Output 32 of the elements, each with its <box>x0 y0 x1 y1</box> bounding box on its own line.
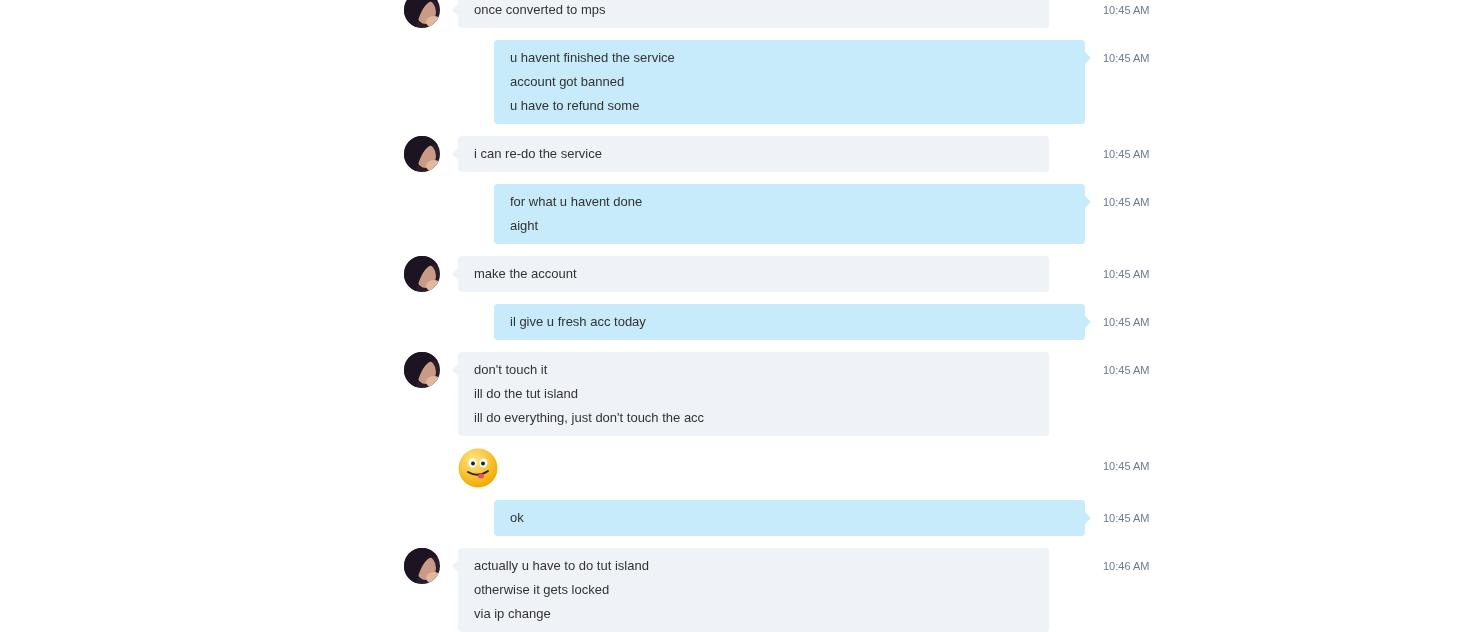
avatar <box>404 256 440 292</box>
message-time: 10:45 AM <box>1103 196 1151 208</box>
message-text: for what u havent done <box>510 193 644 211</box>
message-time: 10:46 AM <box>1103 560 1151 572</box>
avatar <box>404 0 440 28</box>
message-time: 10:45 AM <box>1103 268 1151 280</box>
message-text: account got banned <box>510 73 626 91</box>
message-time: 10:45 AM <box>1103 460 1151 472</box>
message-text: aight <box>510 217 540 235</box>
message-text: once converted to mps <box>474 1 607 19</box>
message-text: otherwise it gets locked <box>474 581 611 599</box>
smiley-icon <box>458 448 498 488</box>
message-text: il give u fresh acc today <box>510 313 647 331</box>
message-text: make the account <box>474 265 578 283</box>
avatar <box>404 136 440 172</box>
message-text: u havent finished the service <box>510 49 676 67</box>
message-text: ill do the tut island <box>474 385 580 403</box>
message-time: 10:45 AM <box>1103 364 1151 376</box>
avatar <box>404 352 440 388</box>
message-text: via ip change <box>474 605 552 623</box>
message-time: 10:45 AM <box>1103 52 1151 64</box>
message-time: 10:45 AM <box>1103 316 1151 328</box>
message-text: u have to refund some <box>510 97 641 115</box>
message-text: ok <box>510 509 525 527</box>
avatar <box>404 548 440 584</box>
message-time: 10:45 AM <box>1103 148 1151 160</box>
message-text: don't touch it <box>474 361 549 379</box>
message-text: i can re-do the service <box>474 145 603 163</box>
message-time: 10:45 AM <box>1103 512 1151 524</box>
message-text: actually u have to do tut island <box>474 557 650 575</box>
message-time: 10:45 AM <box>1103 4 1151 16</box>
message-text: ill do everything, just don't touch the acc <box>474 409 706 427</box>
